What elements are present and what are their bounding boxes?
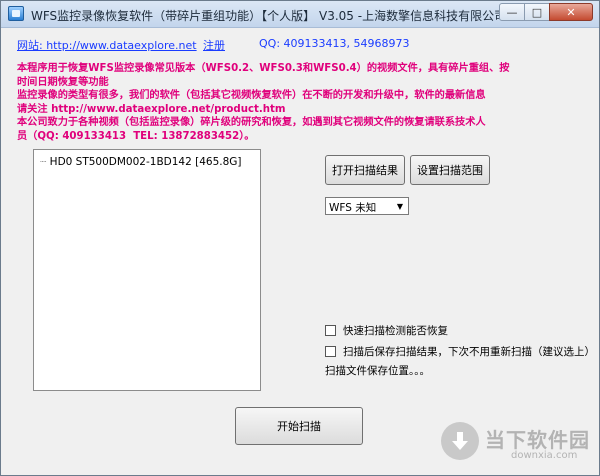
disk-label: HD0 ST500DM002-1BD142 [465.8G] (49, 156, 242, 168)
description-line: 本程序用于恢复WFS监控录像常见版本（WFS0.2、WFS0.3和WFS0.4）… (17, 63, 510, 74)
save-result-label: 扫描后保存扫描结果，下次不用重新扫描（建议选上） (343, 346, 595, 358)
window-controls: — □ ✕ (499, 3, 593, 23)
disk-tree-view[interactable]: ┈ HD0 ST500DM002-1BD142 [465.8G] (33, 149, 261, 391)
register-link[interactable]: 注册 (203, 37, 225, 53)
description-line: 本公司致力于各种视频（包括监控录像）碎片级的研究和恢复，如遇到其它视频文件的恢复… (17, 117, 486, 128)
save-result-option[interactable]: 扫描后保存扫描结果，下次不用重新扫描（建议选上） (325, 344, 595, 359)
website-link[interactable]: 网站: http://www.dataexplore.net (17, 37, 197, 53)
wfs-version-value: WFS 未知 (329, 202, 377, 214)
maximize-button[interactable]: □ (524, 3, 550, 21)
fast-scan-checkbox[interactable] (325, 325, 336, 336)
title-bar: WFS监控录像恢复软件（带碎片重组功能）【个人版】 V3.05 -上海数擎信息科… (1, 1, 599, 28)
tree-connector: ┈ (40, 156, 50, 168)
watermark: 当下软件园 downxia.com (441, 422, 591, 466)
description-line: 员（QQ: 409133413 TEL: 13872883452）。 (17, 130, 255, 142)
download-arrow-icon (441, 422, 479, 460)
set-scan-range-button[interactable]: 设置扫描范围 (410, 155, 490, 185)
fast-scan-option[interactable]: 快速扫描检测能否恢复 (325, 323, 448, 338)
close-button[interactable]: ✕ (549, 3, 593, 21)
description-line: 监控录像的类型有很多，我们的软件（包括其它视频恢复软件）在不断的开发和升级中，软… (17, 90, 486, 101)
fast-scan-label: 快速扫描检测能否恢复 (343, 325, 448, 337)
description-line: 请关注 http://www.dataexplore.net/product.h… (17, 103, 286, 115)
save-result-checkbox[interactable] (325, 346, 336, 357)
qq-contact: QQ: 409133413, 54968973 (259, 37, 410, 50)
open-scan-result-button[interactable]: 打开扫描结果 (325, 155, 405, 185)
description-text: 本程序用于恢复WFS监控录像常见版本（WFS0.2、WFS0.3和WFS0.4）… (17, 62, 537, 143)
start-scan-button[interactable]: 开始扫描 (235, 407, 363, 445)
description-line: 时间日期恢复等功能 (17, 76, 109, 88)
app-icon (8, 6, 24, 21)
watermark-domain: downxia.com (511, 450, 578, 461)
watermark-name: 当下软件园 (485, 428, 590, 452)
save-path-label: 扫描文件保存位置。。。 (325, 365, 430, 377)
window-title: WFS监控录像恢复软件（带碎片重组功能）【个人版】 V3.05 -上海数擎信息科… (31, 9, 511, 23)
minimize-button[interactable]: — (499, 3, 525, 21)
chevron-down-icon[interactable]: ▼ (393, 199, 407, 213)
wfs-version-select[interactable]: WFS 未知 ▼ (325, 197, 409, 215)
app-window: WFS监控录像恢复软件（带碎片重组功能）【个人版】 V3.05 -上海数擎信息科… (0, 0, 600, 476)
disk-tree-item[interactable]: ┈ HD0 ST500DM002-1BD142 [465.8G] (40, 156, 242, 168)
